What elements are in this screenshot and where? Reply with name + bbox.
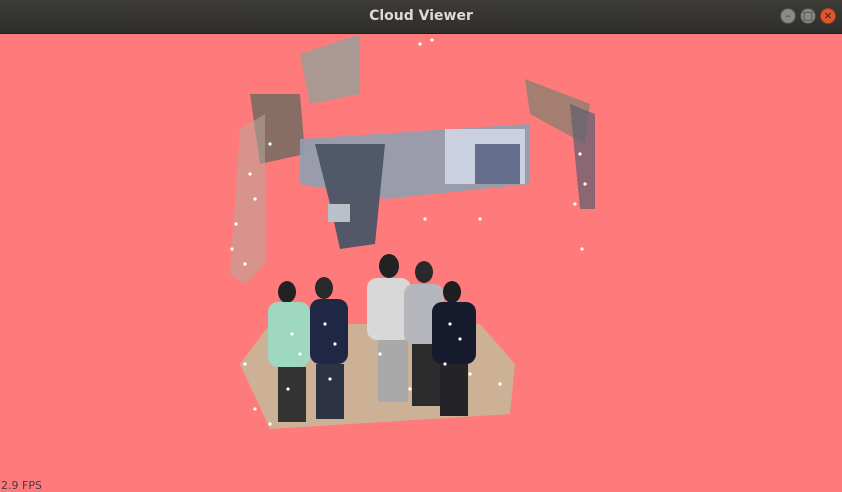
- title-bar[interactable]: Cloud Viewer – □ ×: [0, 0, 842, 34]
- cloud-corridor-window: [328, 204, 350, 222]
- cloud-ceiling-region: [300, 34, 360, 104]
- fps-counter: 2.9 FPS: [1, 479, 42, 492]
- cloud-doorway-dark: [475, 144, 520, 184]
- minimize-button[interactable]: –: [780, 8, 796, 24]
- cloud-right-wall-strip: [570, 104, 595, 209]
- window-title: Cloud Viewer: [369, 8, 473, 24]
- point-cloud-viewport[interactable]: 2.9 FPS: [0, 34, 842, 492]
- maximize-button[interactable]: □: [800, 8, 816, 24]
- point-cloud-render: [230, 34, 595, 429]
- cloud-corridor-column: [315, 144, 385, 249]
- close-button[interactable]: ×: [820, 8, 836, 24]
- cloud-left-wall-strip: [230, 114, 265, 284]
- cloud-viewer-window: Cloud Viewer – □ × 2.9 FPS: [0, 0, 842, 492]
